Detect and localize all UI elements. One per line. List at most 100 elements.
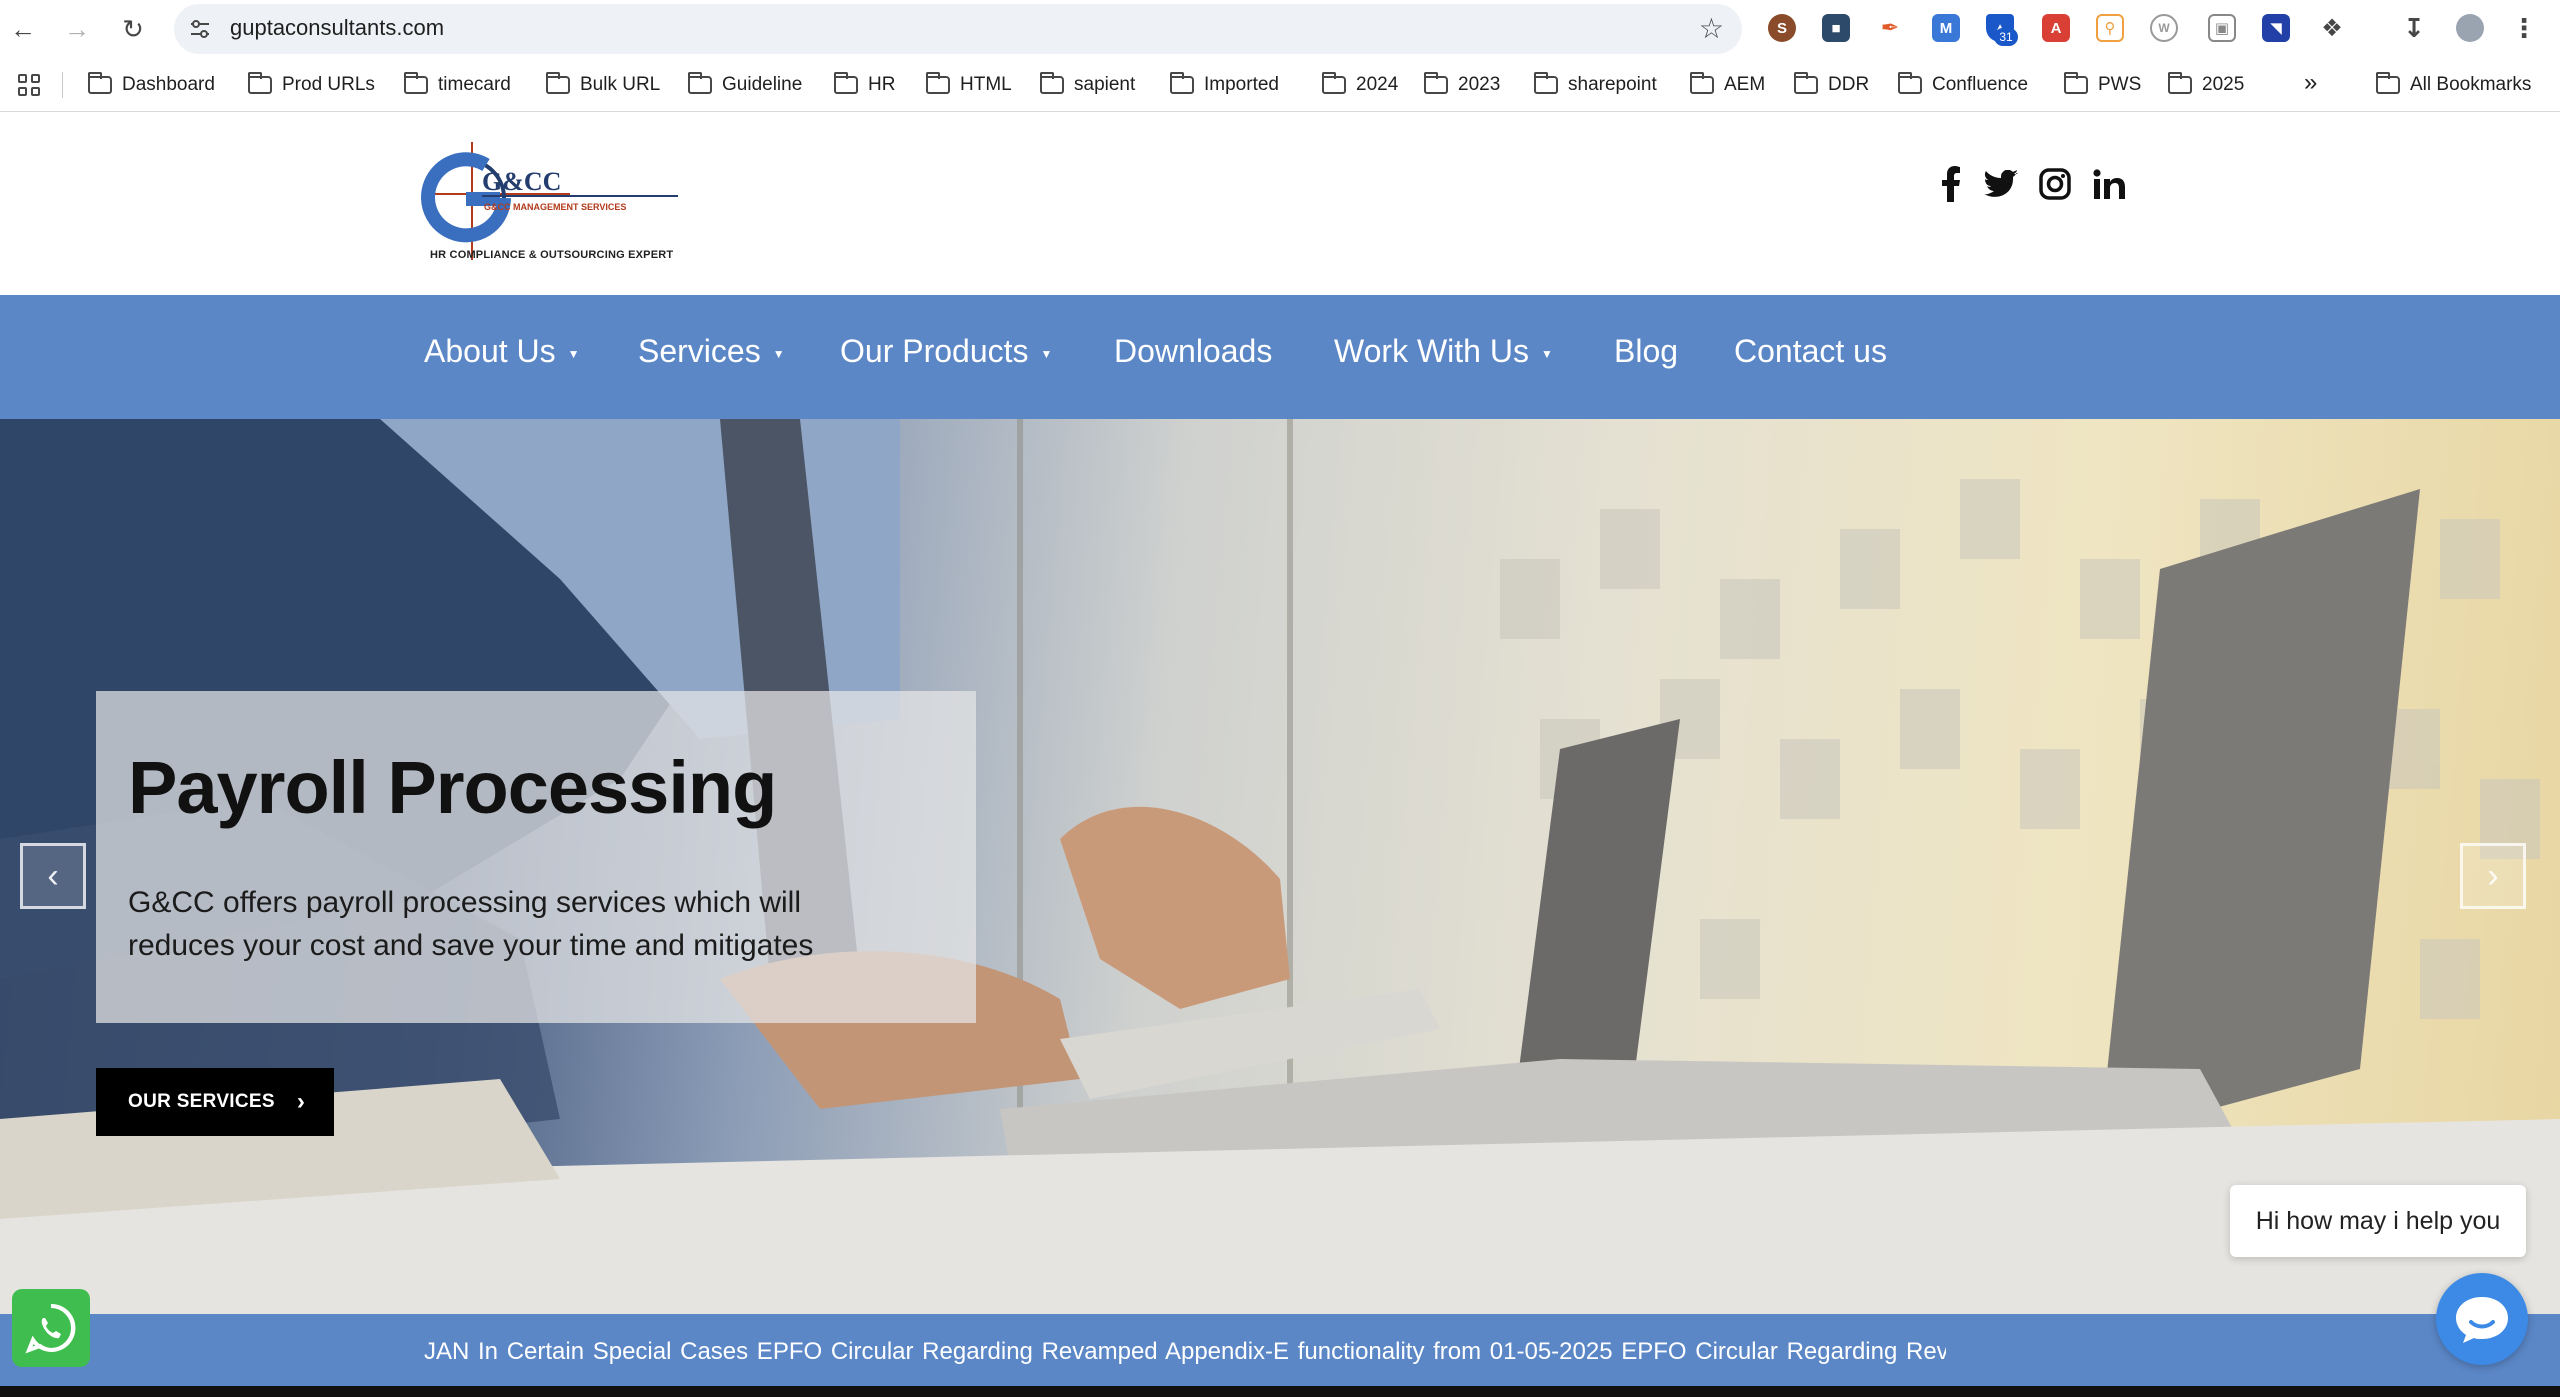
folder-icon (1534, 72, 1558, 94)
logo-wordmark: G&CC (482, 167, 561, 196)
all-bookmarks-label: All Bookmarks (2410, 74, 2532, 95)
extension-eyedropper-icon[interactable]: ✒ (1876, 14, 1904, 42)
folder-icon (2064, 72, 2088, 94)
folder-icon (1322, 72, 1346, 94)
bookmark-item[interactable]: Dashboard (88, 72, 215, 98)
nav-about-us[interactable]: About Us ▼ (424, 333, 580, 370)
bookmark-item[interactable]: HTML (926, 72, 1012, 98)
bookmark-item[interactable]: 2024 (1322, 72, 1398, 98)
browser-toolbar: ← → ↻ guptaconsultants.com ☆ S ■ ✒ M ▲ 3… (0, 0, 2560, 58)
address-bar[interactable]: guptaconsultants.com ☆ (174, 4, 1742, 54)
ticker-viewport: JAN In Certain Special Cases EPFO Circul… (424, 1314, 1946, 1386)
folder-icon (926, 72, 950, 94)
bookmark-item[interactable]: Guideline (688, 72, 802, 98)
url-text[interactable]: guptaconsultants.com (230, 15, 444, 41)
bookmark-label: DDR (1828, 74, 1870, 95)
nav-blog-label: Blog (1614, 333, 1679, 369)
download-icon[interactable]: ↧ (2400, 13, 2428, 43)
bookmark-item[interactable]: 2025 (2168, 72, 2244, 98)
bookmark-label: AEM (1724, 74, 1766, 95)
slider-prev-button[interactable]: ‹ (20, 843, 86, 909)
bookmark-star-icon[interactable]: ☆ (1699, 12, 1724, 45)
bookmarks-overflow-icon[interactable]: » (2304, 69, 2317, 96)
extension-folder-icon[interactable]: ■ (1822, 14, 1850, 42)
bookmark-item[interactable]: Bulk URL (546, 72, 660, 98)
bookmark-item[interactable]: HR (834, 72, 895, 98)
ticker-text[interactable]: JAN In Certain Special Cases EPFO Circul… (424, 1338, 1946, 1366)
back-icon[interactable]: ← (6, 12, 40, 46)
chevron-right-icon: › (296, 1088, 306, 1115)
extension-search-icon[interactable]: ⚲ (2096, 14, 2124, 42)
bookmark-label: HR (868, 74, 896, 95)
extension-w-icon[interactable]: W (2150, 14, 2178, 42)
chevron-down-icon: ▼ (772, 346, 785, 361)
twitter-icon[interactable] (1981, 164, 2021, 204)
bookmark-item[interactable]: Prod URLs (248, 72, 375, 98)
folder-icon (1040, 72, 1064, 94)
reload-icon[interactable]: ↻ (116, 12, 150, 46)
logo-subtext: G&CC MANAGEMENT SERVICES (484, 202, 626, 212)
bookmark-item[interactable]: sharepoint (1534, 72, 1657, 98)
nav-our-products[interactable]: Our Products ▼ (840, 333, 1052, 370)
folder-icon (248, 72, 272, 94)
logo-tagline: HR COMPLIANCE & OUTSOURCING EXPERT (430, 249, 674, 261)
extension-s-icon[interactable]: S (1768, 14, 1796, 42)
page-bottom-edge (0, 1386, 2560, 1397)
site-header: G&CC G&CC MANAGEMENT SERVICES HR COMPLIA… (0, 112, 2560, 295)
folder-icon (88, 72, 112, 94)
chevron-down-icon: ▼ (1040, 346, 1053, 361)
slider-next-button[interactable]: › (2460, 843, 2526, 909)
bookmark-item[interactable]: timecard (404, 72, 511, 98)
company-logo[interactable]: G&CC G&CC MANAGEMENT SERVICES (420, 142, 700, 266)
folder-icon (1898, 72, 1922, 94)
extension-screenshot-icon[interactable]: ◥ (2262, 14, 2290, 42)
all-bookmarks-button[interactable]: All Bookmarks (2376, 72, 2531, 98)
nav-downloads-label: Downloads (1114, 333, 1273, 369)
extension-m-icon[interactable]: M (1932, 14, 1960, 42)
linkedin-icon[interactable] (2089, 164, 2129, 204)
nav-blog[interactable]: Blog (1614, 333, 1678, 370)
folder-icon (688, 72, 712, 94)
bookmark-label: Imported (1204, 74, 1279, 95)
our-services-label: OUR SERVICES (128, 1091, 275, 1112)
bookmark-item[interactable]: AEM (1690, 72, 1765, 98)
hero-description: G&CC offers payroll processing services … (128, 886, 814, 962)
profile-avatar[interactable] (2456, 14, 2484, 42)
folder-icon (2168, 72, 2192, 94)
whatsapp-icon (25, 1303, 76, 1354)
hero-slider: Payroll Processing G&CC offers payroll p… (0, 419, 2560, 1314)
folder-icon (1424, 72, 1448, 94)
bookmark-item[interactable]: Confluence (1898, 72, 2028, 98)
bookmark-item[interactable]: PWS (2064, 72, 2141, 98)
extension-a-icon[interactable]: A (2042, 14, 2070, 42)
extension-badge: 31 (1994, 28, 2018, 46)
chat-greeting-bubble[interactable]: Hi how may i help you (2230, 1185, 2526, 1257)
site-info-icon[interactable] (188, 17, 212, 41)
bookmark-label: 2024 (1356, 74, 1399, 95)
apps-grid-icon[interactable] (18, 74, 40, 96)
bookmark-label: timecard (438, 74, 511, 95)
whatsapp-button[interactable] (12, 1289, 90, 1367)
extension-image-icon[interactable]: ▣ (2208, 14, 2236, 42)
nav-about-us-label: About Us (424, 333, 556, 369)
nav-our-products-label: Our Products (840, 333, 1029, 369)
chat-launcher-button[interactable] (2436, 1273, 2528, 1365)
browser-menu-icon[interactable]: ⋮ (2510, 13, 2538, 43)
nav-downloads[interactable]: Downloads (1114, 333, 1272, 370)
instagram-icon[interactable] (2035, 164, 2075, 204)
bookmark-item[interactable]: Imported (1170, 72, 1279, 98)
nav-work-with-us[interactable]: Work With Us ▼ (1334, 333, 1553, 370)
forward-icon[interactable]: → (60, 12, 94, 46)
bookmark-item[interactable]: sapient (1040, 72, 1135, 98)
bookmark-label: Dashboard (122, 74, 215, 95)
bookmark-item[interactable]: 2023 (1424, 72, 1500, 98)
facebook-icon[interactable] (1931, 164, 1971, 204)
our-services-button[interactable]: OUR SERVICES › (96, 1068, 334, 1136)
folder-icon (1794, 72, 1818, 94)
nav-services[interactable]: Services ▼ (638, 333, 785, 370)
extensions-puzzle-icon[interactable]: ❖ (2318, 14, 2346, 42)
nav-contact-us[interactable]: Contact us (1734, 333, 1887, 370)
bookmark-item[interactable]: DDR (1794, 72, 1869, 98)
folder-icon (546, 72, 570, 94)
nav-services-label: Services (638, 333, 761, 369)
